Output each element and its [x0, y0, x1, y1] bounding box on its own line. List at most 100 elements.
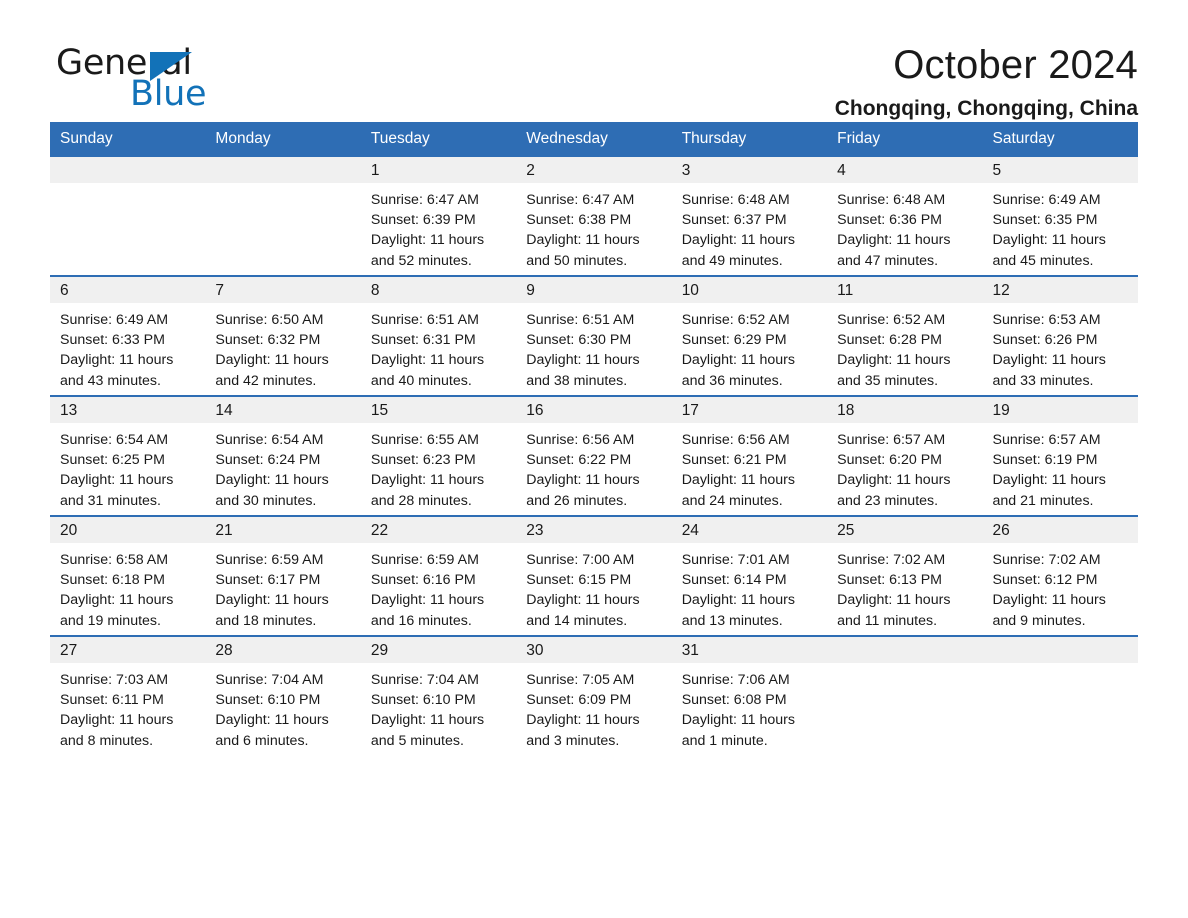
calendar-day-cell[interactable]: 18 Sunrise: 6:57 AM Sunset: 6:20 PM Dayligh…: [827, 395, 983, 516]
calendar-day-cell[interactable]: 17 Sunrise: 6:56 AM Sunset: 6:21 PM Dayligh…: [671, 395, 828, 516]
calendar-day-cell[interactable]: 5 Sunrise: 6:49 AM Sunset: 6:35 PM Daylight…: [982, 157, 1138, 276]
daylight-duration-line1: Daylight: 11 hours: [215, 472, 329, 489]
calendar-week-row: 1 Sunrise: 6:47 AM Sunset: 6:39 PM Daylight…: [50, 157, 1138, 276]
daylight-duration-line1: Daylight: 11 hours: [60, 352, 174, 369]
calendar-week-row: 27 Sunrise: 7:03 AM Sunset: 6:11 PM Dayligh…: [50, 635, 1138, 755]
sunrise-time: Sunrise: 7:05 AM: [526, 672, 635, 688]
day-details: Sunrise: 7:03 AM Sunset: 6:11 PM Daylight:…: [50, 663, 205, 751]
sunrise-time: Sunrise: 6:49 AM: [60, 312, 169, 328]
daylight-duration-line2: and 6 minutes.: [215, 732, 309, 749]
title-block: October 2024 Chongqing, Chongqing, China: [835, 42, 1138, 120]
daylight-duration-line2: and 36 minutes.: [681, 372, 783, 389]
sunrise-time: Sunrise: 6:50 AM: [215, 312, 324, 328]
sunrise-time: Sunrise: 6:52 AM: [837, 312, 946, 328]
calendar-day-cell[interactable]: 22 Sunrise: 6:59 AM Sunset: 6:16 PM Dayligh…: [360, 515, 517, 636]
calendar-day-cell[interactable]: 14 Sunrise: 6:54 AM Sunset: 6:24 PM Dayligh…: [205, 395, 361, 516]
daylight-duration-line1: Daylight: 11 hours: [215, 592, 329, 609]
sunset-time: Sunset: 6:30 PM: [526, 332, 632, 349]
calendar-day-cell[interactable]: 8 Sunrise: 6:51 AM Sunset: 6:31 PM Daylight…: [360, 275, 517, 396]
daylight-duration-line2: and 21 minutes.: [992, 492, 1094, 509]
daylight-duration-line2: and 26 minutes.: [526, 492, 628, 509]
sunset-time: Sunset: 6:10 PM: [215, 692, 321, 709]
calendar-day-cell[interactable]: 7 Sunrise: 6:50 AM Sunset: 6:32 PM Daylight…: [205, 275, 361, 396]
day-number: 5: [982, 157, 1138, 183]
daylight-duration-line2: and 52 minutes.: [370, 252, 472, 269]
day-details: Sunrise: 6:59 AM Sunset: 6:16 PM Daylight:…: [361, 543, 516, 631]
calendar-empty-cell: [982, 635, 1138, 755]
daylight-duration-line1: Daylight: 11 hours: [526, 232, 640, 249]
calendar-day-cell[interactable]: 26 Sunrise: 7:02 AM Sunset: 6:12 PM Dayligh…: [982, 515, 1138, 636]
sunset-time: Sunset: 6:32 PM: [215, 332, 321, 349]
daylight-duration-line2: and 16 minutes.: [370, 612, 472, 629]
calendar-day-cell[interactable]: 3 Sunrise: 6:48 AM Sunset: 6:37 PM Daylight…: [671, 157, 828, 276]
sunrise-time: Sunrise: 6:54 AM: [215, 432, 324, 448]
calendar-empty-cell: [827, 635, 983, 755]
general-blue-logo[interactable]: General Blue: [50, 42, 210, 114]
calendar-day-cell[interactable]: 15 Sunrise: 6:55 AM Sunset: 6:23 PM Dayligh…: [360, 395, 517, 516]
calendar-day-cell[interactable]: 28 Sunrise: 7:04 AM Sunset: 6:10 PM Dayligh…: [205, 635, 361, 755]
day-details: Sunrise: 7:00 AM Sunset: 6:15 PM Daylight:…: [516, 543, 671, 631]
day-number: 2: [516, 157, 672, 183]
calendar-day-cell[interactable]: 10 Sunrise: 6:52 AM Sunset: 6:29 PM Dayligh…: [671, 275, 828, 396]
sunrise-time: Sunrise: 7:01 AM: [681, 552, 790, 568]
day-number: 30: [516, 637, 672, 663]
sunset-time: Sunset: 6:28 PM: [837, 332, 942, 349]
calendar-week-row: 13 Sunrise: 6:54 AM Sunset: 6:25 PM Dayligh…: [50, 395, 1138, 516]
daylight-duration-line1: Daylight: 11 hours: [681, 232, 795, 249]
weekday-header-saturday: Saturday: [982, 122, 1138, 157]
calendar-day-cell[interactable]: 30 Sunrise: 7:05 AM Sunset: 6:09 PM Dayligh…: [516, 635, 672, 755]
calendar-day-cell[interactable]: 1 Sunrise: 6:47 AM Sunset: 6:39 PM Daylight…: [360, 157, 517, 276]
daylight-duration-line1: Daylight: 11 hours: [215, 352, 329, 369]
day-number: 18: [827, 397, 983, 423]
calendar-day-cell[interactable]: 27 Sunrise: 7:03 AM Sunset: 6:11 PM Dayligh…: [50, 635, 206, 755]
calendar-day-cell[interactable]: 9 Sunrise: 6:51 AM Sunset: 6:30 PM Daylight…: [516, 275, 672, 396]
calendar-week-row: 20 Sunrise: 6:58 AM Sunset: 6:18 PM Dayligh…: [50, 515, 1138, 636]
daylight-duration-line2: and 43 minutes.: [60, 372, 161, 389]
calendar-day-cell[interactable]: 23 Sunrise: 7:00 AM Sunset: 6:15 PM Dayligh…: [516, 515, 672, 636]
calendar-day-cell[interactable]: 20 Sunrise: 6:58 AM Sunset: 6:18 PM Dayligh…: [50, 515, 206, 636]
calendar-day-cell[interactable]: 21 Sunrise: 6:59 AM Sunset: 6:17 PM Dayligh…: [205, 515, 361, 636]
day-number: 17: [671, 397, 828, 423]
calendar-day-cell[interactable]: 31 Sunrise: 7:06 AM Sunset: 6:08 PM Dayligh…: [671, 635, 828, 755]
calendar-day-cell[interactable]: 2 Sunrise: 6:47 AM Sunset: 6:38 PM Daylight…: [516, 157, 672, 276]
calendar-day-cell[interactable]: 6 Sunrise: 6:49 AM Sunset: 6:33 PM Daylight…: [50, 275, 206, 396]
day-number: 10: [671, 277, 828, 303]
sunset-time: Sunset: 6:33 PM: [60, 332, 165, 349]
day-details: Sunrise: 6:56 AM Sunset: 6:21 PM Daylight:…: [672, 423, 827, 511]
day-number: 28: [205, 637, 361, 663]
daylight-duration-line2: and 23 minutes.: [837, 492, 939, 509]
calendar-day-cell[interactable]: 4 Sunrise: 6:48 AM Sunset: 6:36 PM Daylight…: [827, 157, 983, 276]
sunset-time: Sunset: 6:25 PM: [60, 452, 165, 469]
weekday-header-monday: Monday: [205, 122, 361, 157]
day-details: Sunrise: 6:51 AM Sunset: 6:31 PM Daylight:…: [361, 303, 516, 391]
calendar-day-cell[interactable]: 24 Sunrise: 7:01 AM Sunset: 6:14 PM Dayligh…: [671, 515, 828, 636]
calendar-day-cell[interactable]: 13 Sunrise: 6:54 AM Sunset: 6:25 PM Dayligh…: [50, 395, 206, 516]
calendar-day-cell[interactable]: 11 Sunrise: 6:52 AM Sunset: 6:28 PM Dayligh…: [827, 275, 983, 396]
calendar-day-cell[interactable]: 19 Sunrise: 6:57 AM Sunset: 6:19 PM Dayligh…: [982, 395, 1138, 516]
sunset-time: Sunset: 6:08 PM: [681, 692, 787, 709]
sunset-time: Sunset: 6:29 PM: [681, 332, 787, 349]
sunrise-time: Sunrise: 7:02 AM: [992, 552, 1101, 568]
daylight-duration-line1: Daylight: 11 hours: [681, 352, 795, 369]
calendar-day-cell[interactable]: 16 Sunrise: 6:56 AM Sunset: 6:22 PM Dayligh…: [516, 395, 672, 516]
calendar-day-cell[interactable]: 29 Sunrise: 7:04 AM Sunset: 6:10 PM Dayligh…: [360, 635, 517, 755]
day-number: 19: [982, 397, 1138, 423]
daylight-duration-line2: and 9 minutes.: [992, 612, 1086, 629]
weekday-header-thursday: Thursday: [671, 122, 828, 157]
calendar-day-cell[interactable]: 12 Sunrise: 6:53 AM Sunset: 6:26 PM Dayligh…: [982, 275, 1138, 396]
daylight-duration-line2: and 8 minutes.: [60, 732, 154, 749]
calendar-day-cell[interactable]: 25 Sunrise: 7:02 AM Sunset: 6:13 PM Dayligh…: [827, 515, 983, 636]
sunset-time: Sunset: 6:12 PM: [992, 572, 1098, 589]
sunrise-time: Sunrise: 6:57 AM: [837, 432, 946, 448]
daylight-duration-line2: and 3 minutes.: [526, 732, 620, 749]
daylight-duration-line2: and 14 minutes.: [526, 612, 628, 629]
page-title: October 2024: [893, 43, 1138, 87]
day-details: Sunrise: 6:56 AM Sunset: 6:22 PM Daylight:…: [516, 423, 671, 511]
weekday-header-sunday: Sunday: [50, 122, 206, 157]
day-details: Sunrise: 6:52 AM Sunset: 6:29 PM Daylight:…: [672, 303, 827, 391]
sunrise-time: Sunrise: 6:47 AM: [370, 192, 479, 208]
sunrise-time: Sunrise: 6:48 AM: [681, 192, 790, 208]
daylight-duration-line1: Daylight: 11 hours: [837, 232, 951, 249]
daylight-duration-line1: Daylight: 11 hours: [60, 712, 174, 729]
daylight-duration-line2: and 38 minutes.: [526, 372, 628, 389]
